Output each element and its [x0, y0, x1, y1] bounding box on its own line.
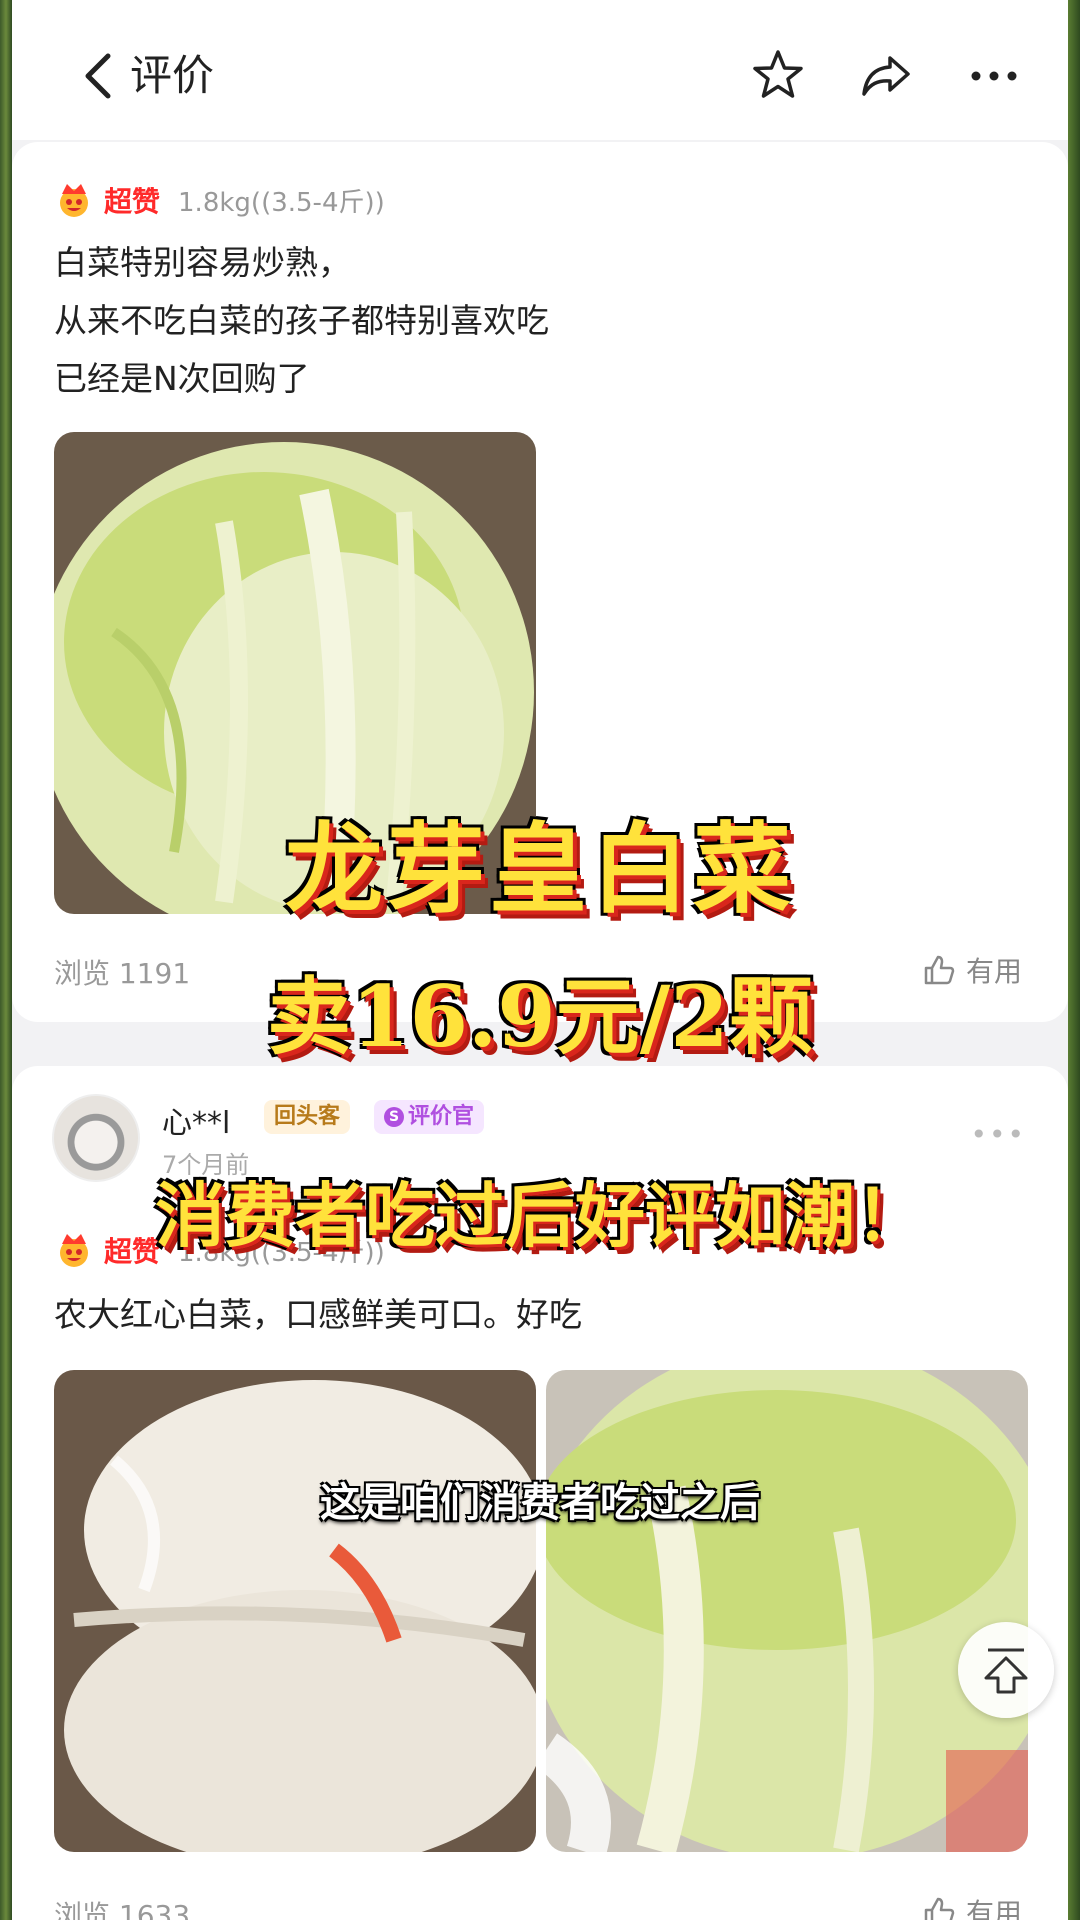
crown-emoji-icon — [60, 184, 88, 217]
thumbs-up-icon — [924, 1897, 955, 1920]
share-icon[interactable] — [856, 46, 916, 106]
overlay-headline: 龙芽皇白菜 — [284, 812, 795, 927]
useful-label: 有用 — [965, 1897, 1022, 1920]
returning-customer-badge: 回头客 — [264, 1100, 351, 1134]
reviewer-name[interactable]: 心**l — [162, 1098, 230, 1142]
more-icon[interactable]: ••• — [970, 1118, 1026, 1151]
review-photo-bagged-cabbage[interactable] — [54, 1370, 536, 1852]
view-count: 浏览 1633 — [54, 1899, 191, 1920]
rating-label: 超赞 — [104, 185, 161, 218]
review-line: 从来不吃白菜的孩子都特别喜欢吃 — [54, 301, 549, 340]
review-line: 白菜特别容易炒熟， — [54, 243, 351, 282]
overlay-price: 卖16.9元/2颗 — [267, 967, 813, 1066]
useful-button[interactable]: 有用 — [922, 1892, 1022, 1920]
top-nav-bar: 评价 — [12, 0, 1068, 140]
review-photo-cabbage-closeup[interactable] — [546, 1370, 1028, 1852]
rating-row: 超赞 1.8kg((3.5-4斤)) — [54, 176, 385, 224]
review-line: 已经是N次回购了 — [54, 359, 310, 398]
scroll-to-top-button[interactable] — [958, 1622, 1054, 1718]
reviewer-badge: S 评价官 — [374, 1100, 485, 1134]
arrow-up-icon — [984, 1648, 1028, 1694]
review-text: 农大红心白菜，口感鲜美可口。好吃 — [54, 1295, 582, 1334]
overlay-tagline: 消费者吃过后好评如潮！ — [155, 1174, 925, 1257]
more-icon[interactable] — [964, 46, 1024, 106]
reviewer-badge-icon: S — [384, 1107, 404, 1127]
product-spec: 1.8kg((3.5-4斤)) — [178, 187, 385, 218]
reviewer-badge-label: 评价官 — [408, 1104, 475, 1129]
back-chevron-icon[interactable] — [74, 48, 124, 104]
page-title: 评价 — [130, 51, 215, 100]
video-subtitle: 这是咱们消费者吃过之后 — [320, 1480, 760, 1526]
star-icon[interactable] — [748, 46, 808, 106]
review-text: 白菜特别容易炒熟， 从来不吃白菜的孩子都特别喜欢吃 已经是N次回购了 — [54, 234, 549, 408]
